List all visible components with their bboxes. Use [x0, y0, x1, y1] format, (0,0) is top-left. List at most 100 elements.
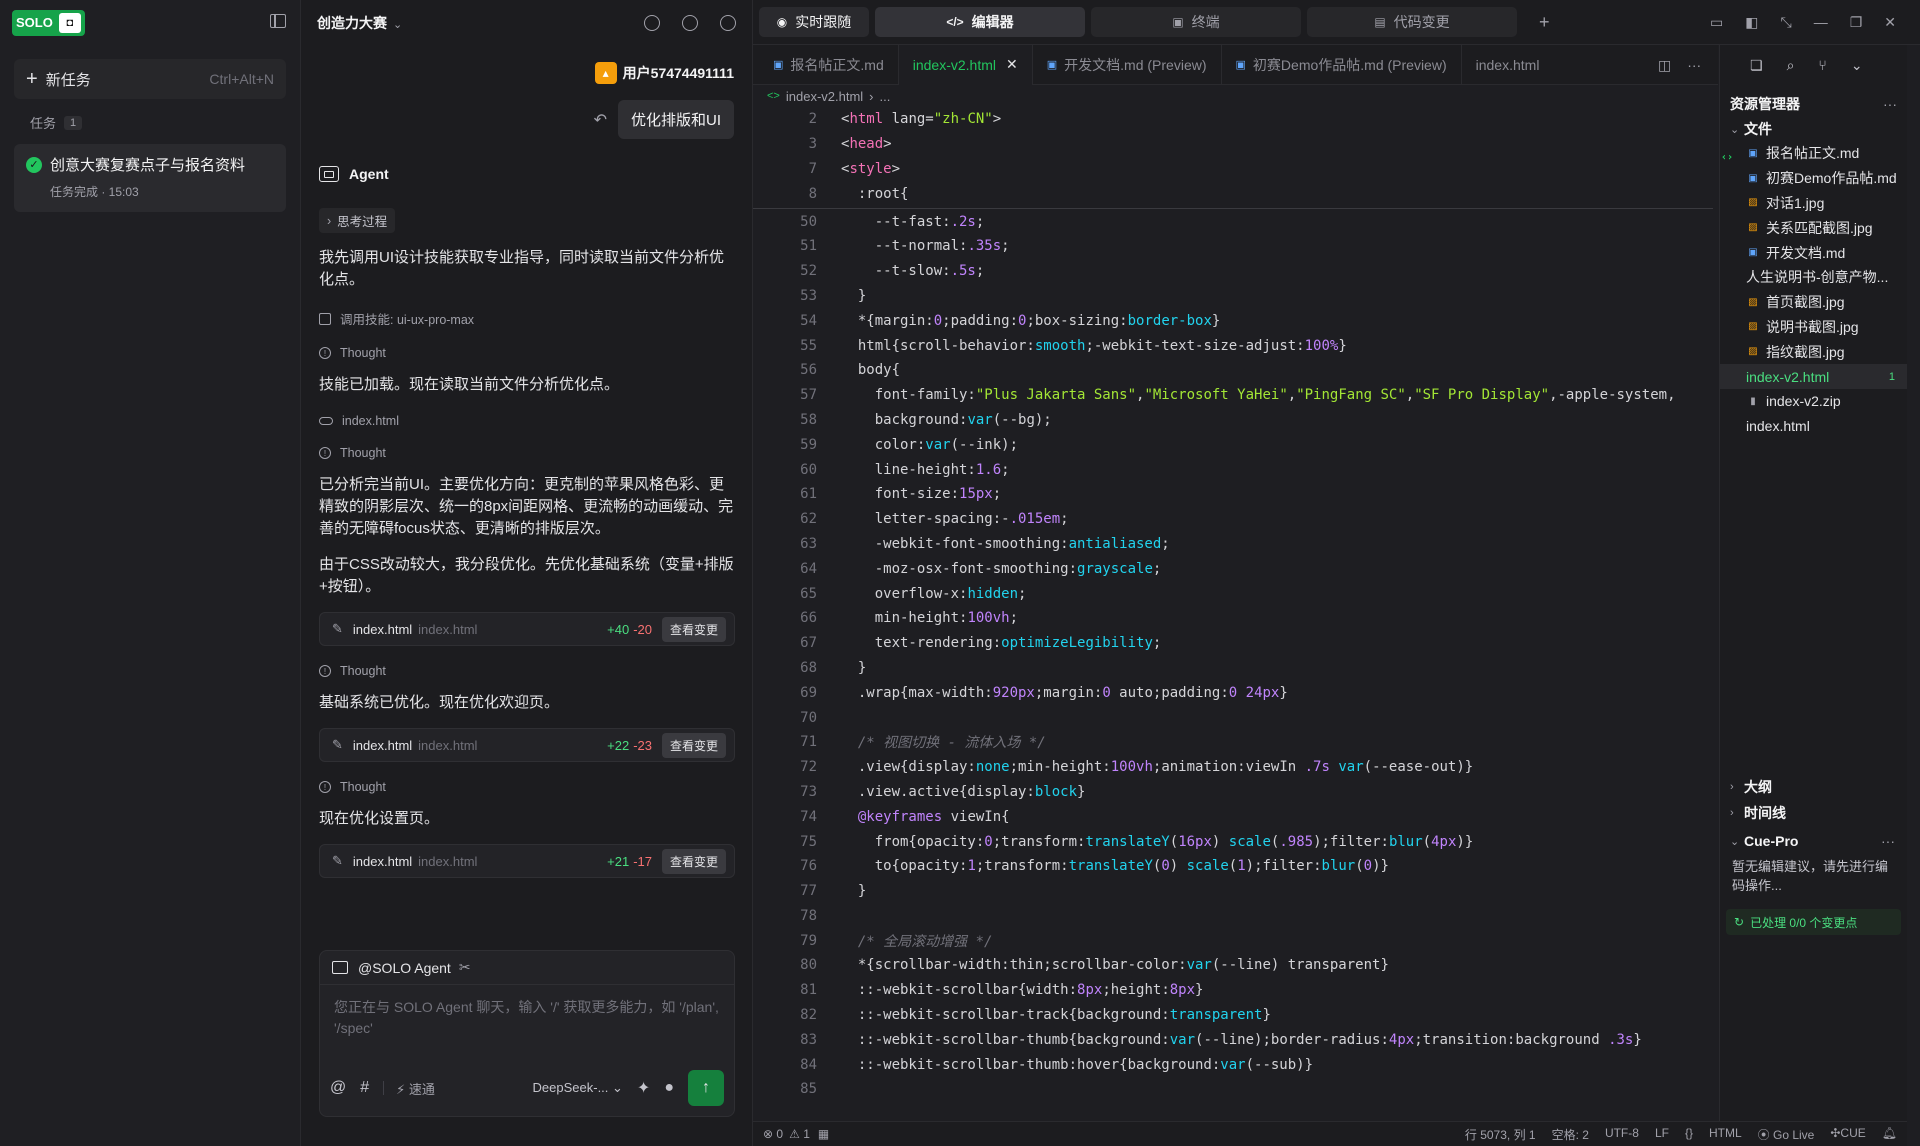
editor-tabs: ▣ 报名帖正文.md <> index-v2.html ✕ ▣ 开发文档.md (Pre…: [753, 44, 1718, 121]
add-panel-icon[interactable]: +: [1539, 12, 1550, 33]
file-item[interactable]: ‹› index.html: [1720, 152, 1907, 439]
language-mode[interactable]: HTML: [1709, 1126, 1742, 1143]
error-count[interactable]: ⊗ 0: [763, 1127, 783, 1141]
tab-file[interactable]: ▣ 初赛Demo作品帖.md (Preview): [1222, 44, 1462, 85]
cue-button[interactable]: ✣CUE: [1830, 1126, 1865, 1143]
account-icon[interactable]: [720, 14, 736, 31]
file-item[interactable]: ▣ 初赛Demo作品帖.md: [1720, 166, 1907, 191]
task-subtitle: 任务完成 · 15:03: [50, 185, 139, 199]
source-control-icon[interactable]: ⑂: [1818, 57, 1826, 73]
cursor-position[interactable]: 行 5073, 列 1: [1465, 1126, 1536, 1143]
img-file-icon: ▨: [1748, 321, 1758, 333]
thought-label: Thought: [340, 346, 386, 360]
restore-icon[interactable]: ❐: [1850, 14, 1863, 31]
search-icon[interactable]: ⌕: [1787, 57, 1795, 74]
code-line: 2 <html lang="zh-CN">: [753, 107, 1713, 132]
logo-text: SOLO: [16, 15, 53, 30]
file-item[interactable]: ▨ 首页截图.jpg: [1720, 290, 1907, 315]
folder-files[interactable]: ⌄ 文件: [1720, 117, 1907, 141]
bell-icon[interactable]: 🔔︎: [1882, 1126, 1897, 1143]
mode-editor[interactable]: </> 编辑器: [875, 7, 1085, 37]
agent-selector[interactable]: @SOLO Agent: [358, 960, 451, 976]
mode-terminal[interactable]: ▣ 终端: [1091, 7, 1301, 37]
hash-icon[interactable]: #: [360, 1079, 369, 1097]
more-icon[interactable]: ···: [1687, 57, 1701, 74]
line-number: 57: [800, 387, 817, 404]
encoding[interactable]: UTF-8: [1605, 1126, 1639, 1143]
tab-file-active[interactable]: <> index-v2.html ✕: [753, 44, 1033, 120]
file-item[interactable]: ▨ 对话1.jpg: [1720, 191, 1907, 216]
cue-status[interactable]: ↻ 已处理 0/0 个变更点: [1726, 909, 1901, 935]
task-item[interactable]: ✓ 创意大赛复赛点子与报名资料 任务完成 · 15:03: [14, 144, 286, 212]
view-changes-button[interactable]: 查看变更: [661, 616, 726, 642]
chevron-down-icon[interactable]: ⌄: [1851, 57, 1863, 74]
sidebar-toggle-icon[interactable]: [270, 14, 286, 28]
go-live-button[interactable]: ⦿ Go Live: [1758, 1126, 1815, 1143]
split-editor-icon[interactable]: ◫: [1658, 57, 1671, 74]
line-code: @keyframes viewIn{: [857, 808, 1010, 825]
file-item[interactable]: ‹› 人生说明书-创意产物...: [1720, 152, 1907, 290]
file-item[interactable]: ▨ 指纹截图.jpg: [1720, 339, 1907, 364]
microphone-icon[interactable]: ●: [664, 1079, 674, 1097]
shrink-icon[interactable]: ⤡: [1781, 14, 1792, 31]
warning-count[interactable]: ⚠ 1: [789, 1127, 810, 1141]
speed-toggle[interactable]: ⚡ 速通: [396, 1079, 435, 1098]
file-item[interactable]: ▨ 关系匹配截图.jpg: [1720, 215, 1907, 240]
tab-file[interactable]: <> index.html: [753, 45, 1554, 121]
sidebar-layout-icon[interactable]: ◧: [1745, 14, 1758, 31]
send-button[interactable]: ↑: [688, 1070, 724, 1106]
chevron-right-icon: ›: [1730, 807, 1734, 819]
thinking-toggle[interactable]: › 思考过程: [319, 208, 396, 233]
warnings-value: 1: [803, 1127, 810, 1141]
view-changes-button[interactable]: 查看变更: [661, 732, 726, 758]
chat-messages[interactable]: › 思考过程 我先调用UI设计技能获取专业指导，同时读取当前文件分析优化点。 调用…: [319, 208, 735, 878]
file-item[interactable]: ▮ index-v2.zip: [1720, 389, 1907, 414]
at-mention-icon[interactable]: @: [330, 1079, 346, 1097]
line-ending[interactable]: LF: [1655, 1126, 1669, 1143]
project-title[interactable]: 创造力大赛 ⌄: [317, 13, 402, 33]
gear-icon[interactable]: [682, 14, 698, 31]
mode-code-changes[interactable]: ▤ 代码变更: [1307, 7, 1517, 37]
file-item[interactable]: ▣ 开发文档.md: [1720, 240, 1907, 265]
section-outline[interactable]: › 大纲: [1720, 775, 1907, 799]
undo-icon[interactable]: ↶: [594, 110, 607, 130]
line-number: 76: [800, 858, 817, 875]
more-icon[interactable]: ···: [1881, 833, 1907, 849]
files-icon[interactable]: ❏: [1750, 57, 1763, 74]
skill-call-label: 调用技能: ui-ux-pro-max: [340, 313, 475, 327]
tools-icon[interactable]: ✂: [459, 959, 471, 976]
file-item[interactable]: ‹› index-v2.html 1: [1720, 152, 1907, 389]
close-window-icon[interactable]: ✕: [1884, 14, 1896, 31]
keyboard-icon[interactable]: ▦: [818, 1127, 829, 1141]
line-number: 69: [800, 684, 817, 701]
model-selector[interactable]: DeepSeek-... ⌄: [533, 1080, 623, 1096]
new-chat-icon[interactable]: [644, 14, 660, 31]
chat-composer[interactable]: @SOLO Agent ✂ 您正在与 SOLO Agent 聊天，输入 '/' …: [319, 950, 735, 1117]
tab-file[interactable]: ▣ 报名帖正文.md: [759, 44, 899, 85]
line-code: :root{: [841, 185, 909, 202]
close-icon[interactable]: ✕: [1006, 56, 1018, 73]
breadcrumb-file[interactable]: index-v2.html: [786, 89, 863, 104]
indentation[interactable]: 空格: 2: [1552, 1126, 1589, 1143]
line-number: 62: [800, 511, 817, 528]
section-cue-pro[interactable]: ⌄ Cue-Pro ···: [1720, 829, 1907, 853]
file-item[interactable]: ▣ 报名帖正文.md: [1720, 141, 1907, 166]
new-task-button[interactable]: + 新任务 Ctrl+Alt+N: [14, 59, 286, 99]
tab-file[interactable]: ▣ 开发文档.md (Preview): [1033, 44, 1222, 85]
breadcrumb-more[interactable]: ...: [880, 89, 891, 104]
section-timeline[interactable]: › 时间线: [1720, 801, 1907, 825]
more-icon[interactable]: ···: [1883, 96, 1897, 112]
panel-layout-icon[interactable]: ▭: [1710, 14, 1723, 31]
chat-input[interactable]: 您正在与 SOLO Agent 聊天，输入 '/' 获取更多能力，如 '/pla…: [320, 985, 734, 1051]
view-changes-button[interactable]: 查看变更: [661, 848, 726, 874]
code-view[interactable]: 2 <html lang="zh-CN"> 3 <head> 7 <style> 8 :ro…: [753, 107, 1713, 1121]
file-item[interactable]: ▨ 说明书截图.jpg: [1720, 315, 1907, 340]
file-change-card: ✎ index.html index.html +22 -23 查看变更: [319, 728, 735, 762]
sparkle-icon[interactable]: ✦: [637, 1078, 650, 1098]
minimize-icon[interactable]: —: [1814, 14, 1828, 31]
line-number: 53: [800, 287, 817, 304]
braces-icon[interactable]: {}: [1685, 1126, 1693, 1143]
read-file[interactable]: index.html: [319, 414, 735, 428]
mode-live-follow[interactable]: ◉ 实时跟随: [759, 7, 869, 37]
cue-status-text: 已处理 0/0 个变更点: [1750, 915, 1858, 930]
